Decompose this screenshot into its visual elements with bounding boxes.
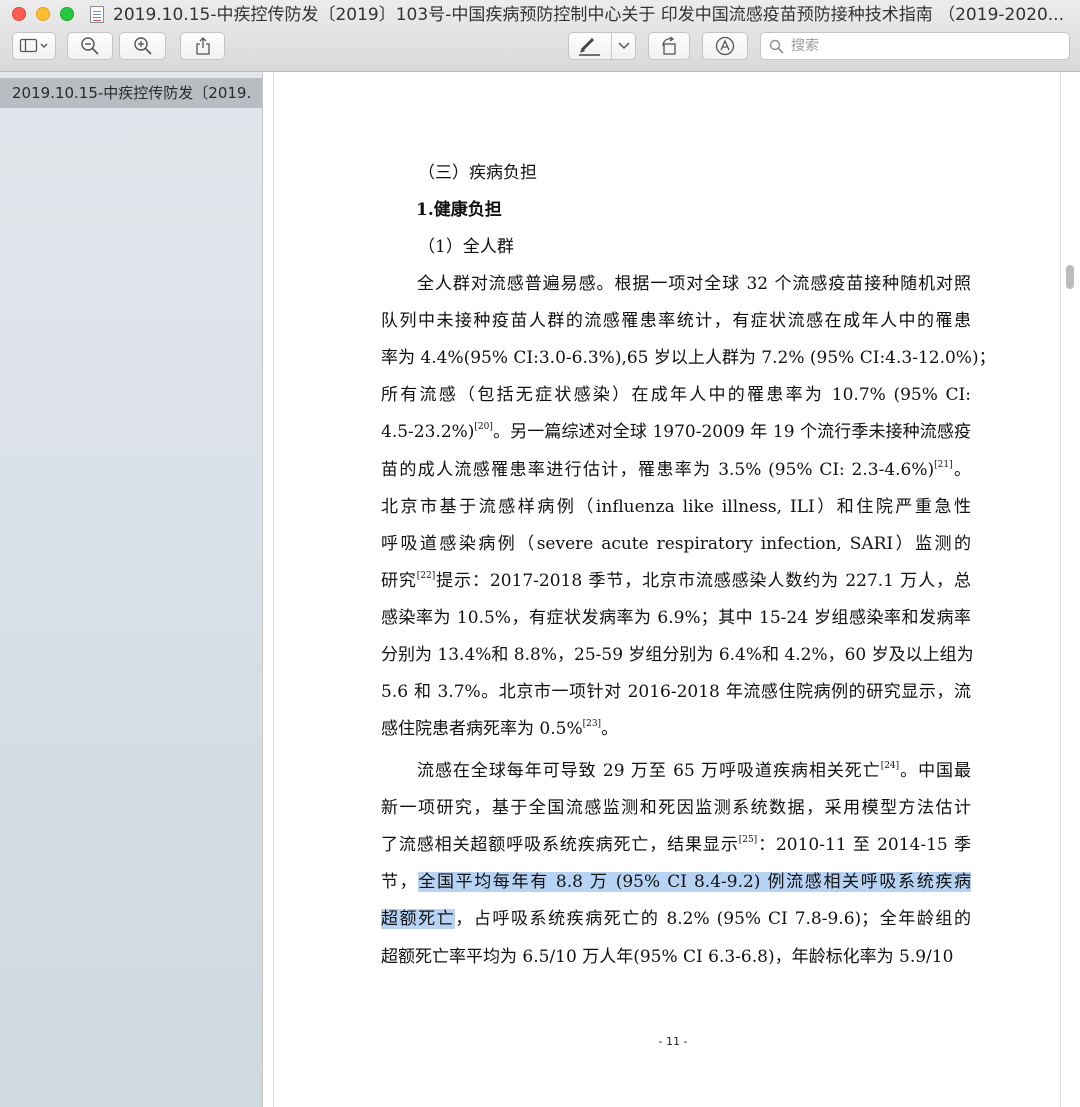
text-run: 分别为 13.4%和 8.8%，25-59 岁组分别为 6.4%和 4.2%，6… (381, 645, 974, 665)
text-run: ：2010-11 至 2014-15 季 (757, 835, 972, 856)
chevron-down-icon[interactable] (618, 42, 630, 50)
close-window-button[interactable] (12, 7, 26, 21)
thumbnail-sidebar[interactable]: 2019.10.15-中疾控传防发〔2019... (0, 72, 263, 1107)
citation-ref: [24] (880, 761, 900, 771)
citation-ref: [25] (738, 835, 758, 846)
subsection-heading: 1.健康负担 (416, 200, 502, 220)
group-heading: （1）全人群 (418, 237, 514, 257)
text-line: 北京市基于流感样病例（influenza like illness, ILI）和… (381, 495, 971, 519)
text-line: 研究[22]提示：2017-2018 季节，北京市流感感染人数约为 227.1 … (381, 569, 971, 593)
minimize-window-button[interactable] (36, 7, 50, 21)
text-line: 流感在全球每年可导致 29 万至 65 万呼吸道疾病相关死亡[24]。中国最 (417, 759, 971, 783)
markup-pen-icon (579, 37, 600, 56)
text-run: 感染率为 10.5%，有症状发病率为 6.9%；其中 15-24 岁组感染率和发… (381, 607, 971, 628)
text-run: ，占呼吸系统疾病死亡的 8.2% (95% CI 7.8-9.6)；全年龄组的 (455, 909, 971, 930)
zoom-in-icon (133, 37, 152, 55)
share-icon (195, 37, 210, 55)
text-run: 节， (381, 872, 419, 893)
text-run: 率为 4.4%(95% CI:3.0-6.3%),65 岁以上人群为 7.2% … (381, 348, 996, 369)
citation-ref: [23] (582, 719, 602, 730)
text-line: 全人群对流感普遍易感。根据一项对全球 32 个流感疫苗接种随机对照 (417, 272, 971, 296)
text-run: 。 (601, 719, 619, 740)
zoom-out-icon (81, 37, 99, 55)
share-button[interactable] (180, 32, 225, 60)
section-heading: （三）疾病负担 (418, 163, 537, 183)
sidebar-item-label: 2019.10.15-中疾控传防发〔2019... (12, 84, 252, 102)
text-line: 了流感相关超额呼吸系统疾病死亡，结果显示[25]：2010-11 至 2014-… (381, 833, 971, 857)
text-line: 5.6 和 3.7%。北京市一项针对 2016-2018 年流感住院病例的研究显… (381, 680, 971, 704)
search-field[interactable]: 搜索 (760, 32, 1070, 60)
sidebar-toggle-button[interactable] (12, 32, 56, 60)
page-left-edge (273, 72, 274, 1107)
text-run: 提示：2017-2018 季节，北京市流感感染人数约为 227.1 万人，总 (435, 570, 971, 591)
citation-ref: [22] (416, 570, 436, 581)
text-run: 呼吸道感染病例（severe acute respiratory infecti… (381, 533, 971, 554)
window-titlebar: 2019.10.15-中疾控传防发〔2019〕103号-中国疾病预防控制中心关于… (0, 0, 1080, 72)
zoom-in-button[interactable] (119, 32, 166, 60)
annotate-icon (715, 36, 735, 56)
text-run: 新一项研究，基于全国流感监测和死因监测系统数据，采用模型方法估计 (381, 798, 971, 819)
text-run: 苗的成人流感罹患率进行估计，罹患率为 3.5% (95% CI: 2.3-4.6… (381, 459, 935, 480)
page-right-edge (1060, 72, 1061, 1107)
window-title: 2019.10.15-中疾控传防发〔2019〕103号-中国疾病预防控制中心关于… (113, 5, 1063, 25)
annotate-button[interactable] (702, 32, 748, 60)
markup-separator (611, 33, 612, 59)
search-placeholder: 搜索 (791, 38, 819, 54)
page-number: - 11 - (658, 1035, 688, 1048)
zoom-window-button[interactable] (60, 7, 74, 21)
text-line: 超额死亡，占呼吸系统疾病死亡的 8.2% (95% CI 7.8-9.6)；全年… (381, 907, 971, 931)
document-view[interactable]: （三）疾病负担 1.健康负担 （1）全人群 全人群对流感普遍易感。根据一项对全球… (263, 72, 1080, 1107)
text-line: 感住院患者病死率为 0.5%[23]。 (381, 717, 971, 741)
text-line: 所有流感（包括无症状感染）在成年人中的罹患率为 10.7% (95% CI: (381, 383, 971, 407)
text-line: 节，全国平均每年有 8.8 万 (95% CI 8.4-9.2) 例流感相关呼吸… (381, 870, 972, 894)
text-line: 苗的成人流感罹患率进行估计，罹患率为 3.5% (95% CI: 2.3-4.6… (381, 458, 971, 482)
text-run: 研究 (381, 570, 417, 591)
text-run: 全人群对流感普遍易感。根据一项对全球 32 个流感疫苗接种随机对照 (417, 274, 971, 294)
highlighted-text: 超额死亡 (381, 909, 456, 930)
text-line: 超额死亡率平均为 6.5/10 万人年(95% CI 6.3-6.8)，年龄标化… (381, 945, 971, 969)
highlighted-text: 全国平均每年有 8.8 万 (95% CI 8.4-9.2) 例流感相关呼吸系统… (418, 872, 972, 893)
text-run: 5.6 和 3.7%。北京市一项针对 2016-2018 年流感住院病例的研究显… (381, 682, 971, 703)
zoom-out-button[interactable] (67, 32, 113, 60)
search-icon (769, 39, 784, 54)
citation-ref: [20] (474, 422, 493, 433)
text-run: 感住院患者病死率为 0.5% (381, 719, 583, 740)
text-line: 呼吸道感染病例（severe acute respiratory infecti… (381, 532, 971, 556)
vertical-scrollbar-thumb[interactable] (1066, 265, 1074, 289)
rotate-button[interactable] (648, 32, 690, 60)
markup-button[interactable] (568, 32, 636, 60)
text-line: 新一项研究，基于全国流感监测和死因监测系统数据，采用模型方法估计 (381, 796, 971, 820)
text-run: 。中国最 (899, 761, 971, 781)
text-run: 超额死亡率平均为 6.5/10 万人年(95% CI 6.3-6.8)，年龄标化… (381, 946, 954, 967)
sidebar-toggle-icon (19, 38, 48, 53)
text-line: 感染率为 10.5%，有症状发病率为 6.9%；其中 15-24 岁组感染率和发… (381, 606, 971, 630)
text-run: 队列中未接种疫苗人群的流感罹患率统计，有症状流感在成年人中的罹患 (381, 311, 971, 332)
text-run: 流感在全球每年可导致 29 万至 65 万呼吸道疾病相关死亡 (417, 761, 881, 781)
text-run: 。 (952, 459, 971, 480)
text-run: 北京市基于流感样病例（influenza like illness, ILI）和… (381, 496, 971, 517)
text-run: 所有流感（包括无症状感染）在成年人中的罹患率为 10.7% (95% CI: (381, 385, 971, 406)
text-line: 队列中未接种疫苗人群的流感罹患率统计，有症状流感在成年人中的罹患 (381, 309, 971, 333)
sidebar-item-document[interactable]: 2019.10.15-中疾控传防发〔2019... (0, 78, 262, 108)
document-proxy-icon[interactable] (90, 6, 104, 23)
text-run: 了流感相关超额呼吸系统疾病死亡，结果显示 (381, 835, 739, 856)
text-run: 4.5-23.2%) (381, 422, 475, 443)
text-line: 4.5-23.2%)[20]。另一篇综述对全球 1970-2009 年 19 个… (381, 420, 971, 444)
text-line: 分别为 13.4%和 8.8%，25-59 岁组分别为 6.4%和 4.2%，6… (381, 643, 974, 667)
rotate-icon (662, 36, 676, 55)
citation-ref: [21] (934, 459, 953, 470)
text-run: 。另一篇综述对全球 1970-2009 年 19 个流行季未接种流感疫 (492, 422, 971, 443)
text-line: 率为 4.4%(95% CI:3.0-6.3%),65 岁以上人群为 7.2% … (381, 346, 996, 370)
